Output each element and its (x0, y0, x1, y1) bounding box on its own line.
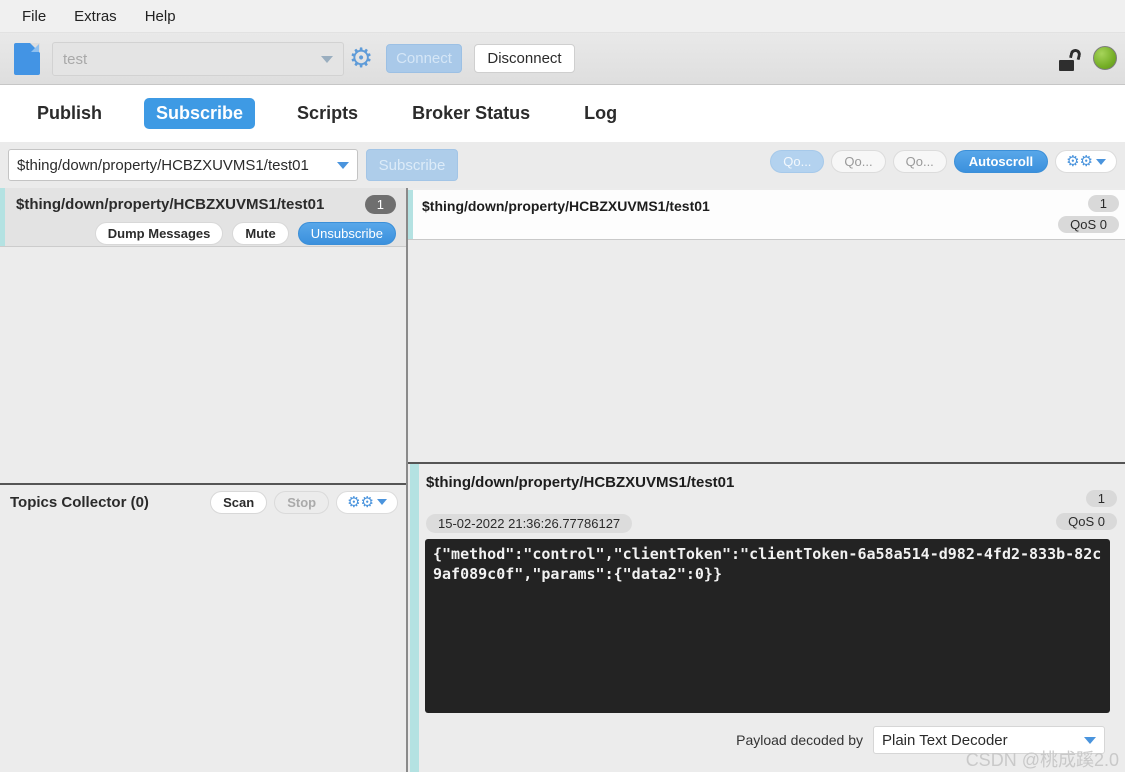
watermark: CSDN @桃成蹊2.0 (965, 750, 1119, 770)
detail-qos-badge: QoS 0 (1056, 513, 1117, 530)
message-detail-pane: $thing/down/property/HCBZXUVMS1/test01 1… (408, 462, 1125, 772)
messages-panel: $thing/down/property/HCBZXUVMS1/test01 1… (408, 188, 1125, 772)
detail-timestamp: 15-02-2022 21:36:26.77786127 (426, 514, 633, 533)
message-qos-badge: QoS 0 (1058, 216, 1119, 233)
connection-profile-select[interactable]: test (52, 42, 344, 76)
tab-publish[interactable]: Publish (25, 98, 114, 129)
chevron-down-icon (1096, 158, 1106, 165)
connection-status-indicator (1093, 46, 1117, 70)
lock-open-icon (1059, 47, 1083, 71)
tab-subscribe[interactable]: Subscribe (144, 98, 256, 129)
chevron-down-icon[interactable] (337, 161, 349, 169)
menu-help[interactable]: Help (145, 8, 176, 25)
main-tabs: Publish Subscribe Scripts Broker Status … (0, 85, 1125, 142)
scan-button[interactable]: Scan (210, 490, 268, 514)
connection-toolbar: test ⚙ Connect Disconnect (0, 33, 1125, 85)
detail-accent-strip (410, 464, 419, 772)
message-topic: $thing/down/property/HCBZXUVMS1/test01 (422, 198, 710, 214)
connection-profile-value: test (63, 50, 88, 68)
subscription-item[interactable]: $thing/down/property/HCBZXUVMS1/test01 1… (0, 188, 406, 247)
chevron-down-icon (377, 499, 387, 505)
chevron-down-icon (1084, 736, 1096, 744)
subscribe-controls-bar: $thing/down/property/HCBZXUVMS1/test01 S… (0, 142, 1125, 188)
detail-topic: $thing/down/property/HCBZXUVMS1/test01 (426, 474, 735, 491)
mute-button[interactable]: Mute (232, 222, 289, 245)
subscription-topic: $thing/down/property/HCBZXUVMS1/test01 (16, 196, 325, 213)
topics-collector-bar: Topics Collector (0) Scan Stop ⚙⚙ (0, 483, 406, 519)
message-count-badge: 1 (364, 195, 396, 214)
qos1-button[interactable]: Qo... (831, 150, 886, 173)
chevron-down-icon (321, 55, 333, 63)
message-list-item[interactable]: $thing/down/property/HCBZXUVMS1/test01 1… (408, 190, 1125, 240)
menu-extras[interactable]: Extras (74, 8, 117, 25)
subscribe-options: Qo... Qo... Qo... Autoscroll ⚙⚙ (770, 150, 1117, 173)
connection-settings-gear-icon[interactable]: ⚙ (349, 41, 373, 75)
detail-number-badge: 1 (1085, 490, 1117, 507)
stop-button[interactable]: Stop (274, 490, 330, 514)
connect-button[interactable]: Connect (386, 44, 462, 73)
autoscroll-toggle[interactable]: Autoscroll (953, 150, 1049, 173)
mqtt-client-window: File Extras Help test ⚙ Connect Disconne… (0, 0, 1125, 772)
gears-icon: ⚙⚙ (1066, 153, 1093, 170)
collector-settings-button[interactable]: ⚙⚙ (336, 490, 398, 514)
subscribe-button[interactable]: Subscribe (366, 149, 458, 181)
qos2-button[interactable]: Qo... (892, 150, 947, 173)
topics-collector-title: Topics Collector (0) (10, 493, 149, 511)
subscription-accent-strip (0, 188, 5, 246)
tab-log[interactable]: Log (572, 98, 629, 129)
topic-input-value: $thing/down/property/HCBZXUVMS1/test01 (17, 156, 309, 174)
dump-messages-button[interactable]: Dump Messages (94, 222, 224, 245)
subscriptions-panel: $thing/down/property/HCBZXUVMS1/test01 1… (0, 188, 408, 772)
topic-input[interactable]: $thing/down/property/HCBZXUVMS1/test01 (8, 149, 358, 181)
message-number-badge: 1 (1087, 195, 1119, 212)
qos0-button[interactable]: Qo... (770, 150, 825, 173)
unsubscribe-button[interactable]: Unsubscribe (297, 222, 396, 245)
menu-bar: File Extras Help (0, 0, 1125, 33)
payload-viewer[interactable]: {"method":"control","clientToken":"clien… (425, 539, 1110, 713)
lock-body (1059, 60, 1074, 71)
decoder-label: Payload decoded by (736, 732, 863, 748)
main-content: $thing/down/property/HCBZXUVMS1/test01 1… (0, 188, 1125, 772)
menu-file[interactable]: File (22, 8, 46, 25)
gears-icon: ⚙⚙ (347, 493, 374, 511)
tab-scripts[interactable]: Scripts (285, 98, 370, 129)
message-accent-strip (408, 190, 413, 239)
tab-broker-status[interactable]: Broker Status (400, 98, 542, 129)
lock-shackle (1068, 47, 1083, 61)
disconnect-button[interactable]: Disconnect (474, 44, 575, 73)
subscribe-settings-button[interactable]: ⚙⚙ (1055, 150, 1117, 173)
profile-file-icon[interactable] (14, 43, 40, 75)
